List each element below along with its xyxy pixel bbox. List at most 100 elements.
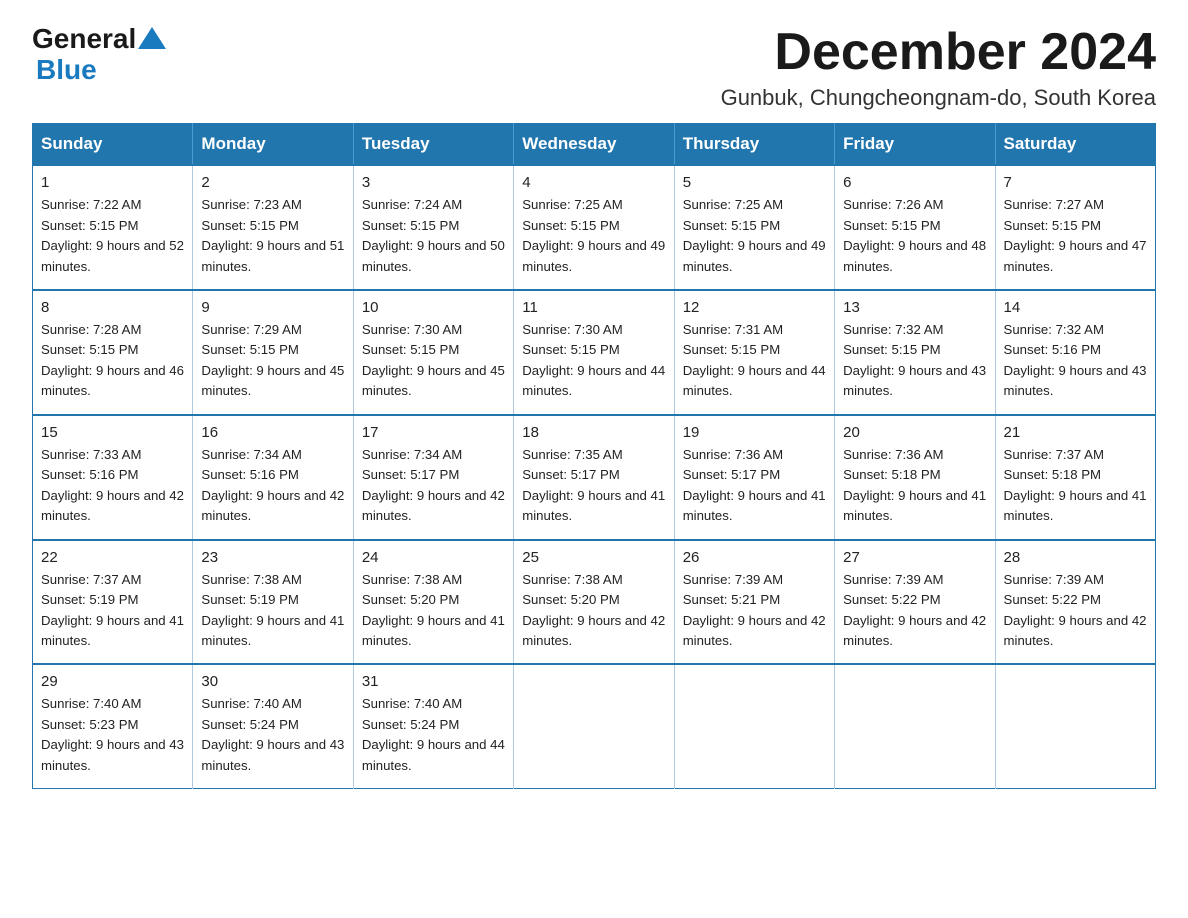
weekday-header-saturday: Saturday (995, 124, 1155, 166)
cell-info: Sunrise: 7:35 AMSunset: 5:17 PMDaylight:… (522, 445, 665, 527)
calendar-cell: 5 Sunrise: 7:25 AMSunset: 5:15 PMDayligh… (674, 165, 834, 290)
cell-info: Sunrise: 7:30 AMSunset: 5:15 PMDaylight:… (362, 320, 505, 402)
calendar-cell: 16 Sunrise: 7:34 AMSunset: 5:16 PMDaylig… (193, 415, 353, 540)
calendar-cell: 30 Sunrise: 7:40 AMSunset: 5:24 PMDaylig… (193, 664, 353, 788)
day-number: 31 (362, 673, 505, 690)
day-number: 4 (522, 174, 665, 191)
page-header: General Blue December 2024 Gunbuk, Chung… (32, 24, 1156, 111)
day-number: 1 (41, 174, 184, 191)
cell-info: Sunrise: 7:40 AMSunset: 5:23 PMDaylight:… (41, 694, 184, 776)
calendar-cell (674, 664, 834, 788)
location: Gunbuk, Chungcheongnam-do, South Korea (721, 85, 1156, 111)
calendar-cell (514, 664, 674, 788)
calendar-week-row: 1 Sunrise: 7:22 AMSunset: 5:15 PMDayligh… (33, 165, 1156, 290)
calendar-week-row: 29 Sunrise: 7:40 AMSunset: 5:23 PMDaylig… (33, 664, 1156, 788)
calendar-table: SundayMondayTuesdayWednesdayThursdayFrid… (32, 123, 1156, 789)
cell-info: Sunrise: 7:28 AMSunset: 5:15 PMDaylight:… (41, 320, 184, 402)
calendar-cell: 27 Sunrise: 7:39 AMSunset: 5:22 PMDaylig… (835, 540, 995, 665)
cell-info: Sunrise: 7:39 AMSunset: 5:22 PMDaylight:… (1004, 570, 1147, 652)
cell-info: Sunrise: 7:25 AMSunset: 5:15 PMDaylight:… (522, 195, 665, 277)
logo-general: General (32, 24, 136, 55)
weekday-header-tuesday: Tuesday (353, 124, 513, 166)
logo: General Blue (32, 24, 166, 86)
calendar-cell: 2 Sunrise: 7:23 AMSunset: 5:15 PMDayligh… (193, 165, 353, 290)
calendar-cell: 29 Sunrise: 7:40 AMSunset: 5:23 PMDaylig… (33, 664, 193, 788)
day-number: 13 (843, 299, 986, 316)
day-number: 25 (522, 549, 665, 566)
day-number: 19 (683, 424, 826, 441)
calendar-cell: 11 Sunrise: 7:30 AMSunset: 5:15 PMDaylig… (514, 290, 674, 415)
weekday-header-thursday: Thursday (674, 124, 834, 166)
day-number: 14 (1004, 299, 1147, 316)
day-number: 17 (362, 424, 505, 441)
cell-info: Sunrise: 7:26 AMSunset: 5:15 PMDaylight:… (843, 195, 986, 277)
calendar-cell: 7 Sunrise: 7:27 AMSunset: 5:15 PMDayligh… (995, 165, 1155, 290)
calendar-cell: 1 Sunrise: 7:22 AMSunset: 5:15 PMDayligh… (33, 165, 193, 290)
calendar-cell (995, 664, 1155, 788)
calendar-cell: 17 Sunrise: 7:34 AMSunset: 5:17 PMDaylig… (353, 415, 513, 540)
day-number: 10 (362, 299, 505, 316)
calendar-cell: 6 Sunrise: 7:26 AMSunset: 5:15 PMDayligh… (835, 165, 995, 290)
cell-info: Sunrise: 7:33 AMSunset: 5:16 PMDaylight:… (41, 445, 184, 527)
day-number: 28 (1004, 549, 1147, 566)
calendar-cell: 25 Sunrise: 7:38 AMSunset: 5:20 PMDaylig… (514, 540, 674, 665)
cell-info: Sunrise: 7:23 AMSunset: 5:15 PMDaylight:… (201, 195, 344, 277)
calendar-cell: 12 Sunrise: 7:31 AMSunset: 5:15 PMDaylig… (674, 290, 834, 415)
cell-info: Sunrise: 7:25 AMSunset: 5:15 PMDaylight:… (683, 195, 826, 277)
day-number: 5 (683, 174, 826, 191)
calendar-cell: 23 Sunrise: 7:38 AMSunset: 5:19 PMDaylig… (193, 540, 353, 665)
calendar-header-row: SundayMondayTuesdayWednesdayThursdayFrid… (33, 124, 1156, 166)
day-number: 11 (522, 299, 665, 316)
day-number: 26 (683, 549, 826, 566)
day-number: 27 (843, 549, 986, 566)
calendar-cell: 15 Sunrise: 7:33 AMSunset: 5:16 PMDaylig… (33, 415, 193, 540)
calendar-cell: 4 Sunrise: 7:25 AMSunset: 5:15 PMDayligh… (514, 165, 674, 290)
calendar-week-row: 15 Sunrise: 7:33 AMSunset: 5:16 PMDaylig… (33, 415, 1156, 540)
day-number: 22 (41, 549, 184, 566)
day-number: 3 (362, 174, 505, 191)
calendar-cell: 26 Sunrise: 7:39 AMSunset: 5:21 PMDaylig… (674, 540, 834, 665)
calendar-cell: 21 Sunrise: 7:37 AMSunset: 5:18 PMDaylig… (995, 415, 1155, 540)
calendar-cell: 10 Sunrise: 7:30 AMSunset: 5:15 PMDaylig… (353, 290, 513, 415)
logo-blue: Blue (32, 55, 166, 86)
cell-info: Sunrise: 7:29 AMSunset: 5:15 PMDaylight:… (201, 320, 344, 402)
logo-triangle-icon (138, 27, 166, 49)
calendar-cell: 3 Sunrise: 7:24 AMSunset: 5:15 PMDayligh… (353, 165, 513, 290)
cell-info: Sunrise: 7:24 AMSunset: 5:15 PMDaylight:… (362, 195, 505, 277)
day-number: 9 (201, 299, 344, 316)
cell-info: Sunrise: 7:40 AMSunset: 5:24 PMDaylight:… (362, 694, 505, 776)
weekday-header-monday: Monday (193, 124, 353, 166)
day-number: 16 (201, 424, 344, 441)
cell-info: Sunrise: 7:30 AMSunset: 5:15 PMDaylight:… (522, 320, 665, 402)
cell-info: Sunrise: 7:22 AMSunset: 5:15 PMDaylight:… (41, 195, 184, 277)
day-number: 30 (201, 673, 344, 690)
cell-info: Sunrise: 7:34 AMSunset: 5:17 PMDaylight:… (362, 445, 505, 527)
day-number: 12 (683, 299, 826, 316)
cell-info: Sunrise: 7:39 AMSunset: 5:21 PMDaylight:… (683, 570, 826, 652)
calendar-week-row: 8 Sunrise: 7:28 AMSunset: 5:15 PMDayligh… (33, 290, 1156, 415)
day-number: 20 (843, 424, 986, 441)
calendar-cell: 20 Sunrise: 7:36 AMSunset: 5:18 PMDaylig… (835, 415, 995, 540)
calendar-cell: 14 Sunrise: 7:32 AMSunset: 5:16 PMDaylig… (995, 290, 1155, 415)
weekday-header-wednesday: Wednesday (514, 124, 674, 166)
calendar-cell: 13 Sunrise: 7:32 AMSunset: 5:15 PMDaylig… (835, 290, 995, 415)
cell-info: Sunrise: 7:37 AMSunset: 5:19 PMDaylight:… (41, 570, 184, 652)
cell-info: Sunrise: 7:27 AMSunset: 5:15 PMDaylight:… (1004, 195, 1147, 277)
day-number: 24 (362, 549, 505, 566)
cell-info: Sunrise: 7:32 AMSunset: 5:16 PMDaylight:… (1004, 320, 1147, 402)
cell-info: Sunrise: 7:38 AMSunset: 5:20 PMDaylight:… (522, 570, 665, 652)
cell-info: Sunrise: 7:38 AMSunset: 5:19 PMDaylight:… (201, 570, 344, 652)
day-number: 23 (201, 549, 344, 566)
cell-info: Sunrise: 7:39 AMSunset: 5:22 PMDaylight:… (843, 570, 986, 652)
cell-info: Sunrise: 7:31 AMSunset: 5:15 PMDaylight:… (683, 320, 826, 402)
calendar-cell: 8 Sunrise: 7:28 AMSunset: 5:15 PMDayligh… (33, 290, 193, 415)
cell-info: Sunrise: 7:36 AMSunset: 5:18 PMDaylight:… (843, 445, 986, 527)
calendar-week-row: 22 Sunrise: 7:37 AMSunset: 5:19 PMDaylig… (33, 540, 1156, 665)
calendar-cell: 22 Sunrise: 7:37 AMSunset: 5:19 PMDaylig… (33, 540, 193, 665)
day-number: 8 (41, 299, 184, 316)
month-title: December 2024 (721, 24, 1156, 81)
calendar-cell: 24 Sunrise: 7:38 AMSunset: 5:20 PMDaylig… (353, 540, 513, 665)
weekday-header-sunday: Sunday (33, 124, 193, 166)
day-number: 18 (522, 424, 665, 441)
cell-info: Sunrise: 7:36 AMSunset: 5:17 PMDaylight:… (683, 445, 826, 527)
